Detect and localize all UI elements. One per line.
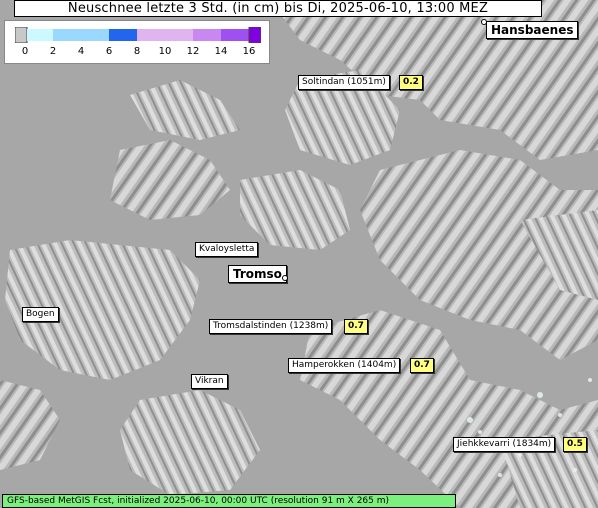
- scale-tick-label: 12: [186, 46, 200, 57]
- legend: 0 2 4 6 8 10 12 14 16: [4, 20, 270, 64]
- place-label-hansbaenes[interactable]: Hansbaenes: [486, 21, 579, 39]
- place-label-kvaloysletta[interactable]: Kvaloysletta: [195, 242, 259, 257]
- snow-value-tromsdalstinden: 0.7: [344, 319, 368, 334]
- scale-swatch: [221, 29, 249, 41]
- place-label-vikran[interactable]: Vikran: [191, 374, 228, 389]
- scale-swatch: [53, 29, 81, 41]
- snow-map: Neuschnee letzte 3 Std. (in cm) bis Di, …: [0, 0, 598, 508]
- snow-value-soltindan: 0.2: [399, 75, 423, 90]
- peak-label-soltindan[interactable]: Soltindan (1051m): [298, 75, 390, 90]
- forecast-info-footer: GFS-based MetGIS Fcst, initialized 2025-…: [2, 494, 456, 508]
- snow-value-hamperokken: 0.7: [410, 358, 434, 373]
- place-marker: [282, 275, 288, 281]
- scale-tick-label: 2: [49, 46, 57, 57]
- scale-tick-label: 16: [242, 46, 256, 57]
- snow-value-jiehkkevarri: 0.5: [563, 437, 587, 452]
- scale-tick-label: 8: [133, 46, 141, 57]
- scale-swatch: [27, 29, 53, 41]
- color-scale: [15, 27, 261, 43]
- scale-swatch: [193, 29, 221, 41]
- scale-swatch: [165, 29, 193, 41]
- place-label-tromso[interactable]: Tromso: [228, 265, 287, 283]
- peak-label-jiehkkevarri[interactable]: Jiehkkevarri (1834m): [453, 437, 556, 452]
- scale-swatch: [109, 29, 137, 41]
- scale-swatch: [81, 29, 109, 41]
- scale-swatch: [137, 29, 165, 41]
- place-label-bogen[interactable]: Bogen: [22, 307, 59, 322]
- place-marker: [481, 19, 487, 25]
- peak-label-tromsdalstinden[interactable]: Tromsdalstinden (1238m): [209, 319, 333, 334]
- scale-tick-label: 6: [105, 46, 113, 57]
- map-title: Neuschnee letzte 3 Std. (in cm) bis Di, …: [14, 0, 542, 17]
- scale-tick-label: 4: [77, 46, 85, 57]
- peak-label-hamperokken[interactable]: Hamperokken (1404m): [288, 358, 401, 373]
- scale-tick-label: 0: [21, 46, 29, 57]
- scale-tick-label: 10: [158, 46, 172, 57]
- scale-swatch: [248, 27, 261, 43]
- scale-swatch: [15, 27, 28, 43]
- scale-tick-label: 14: [214, 46, 228, 57]
